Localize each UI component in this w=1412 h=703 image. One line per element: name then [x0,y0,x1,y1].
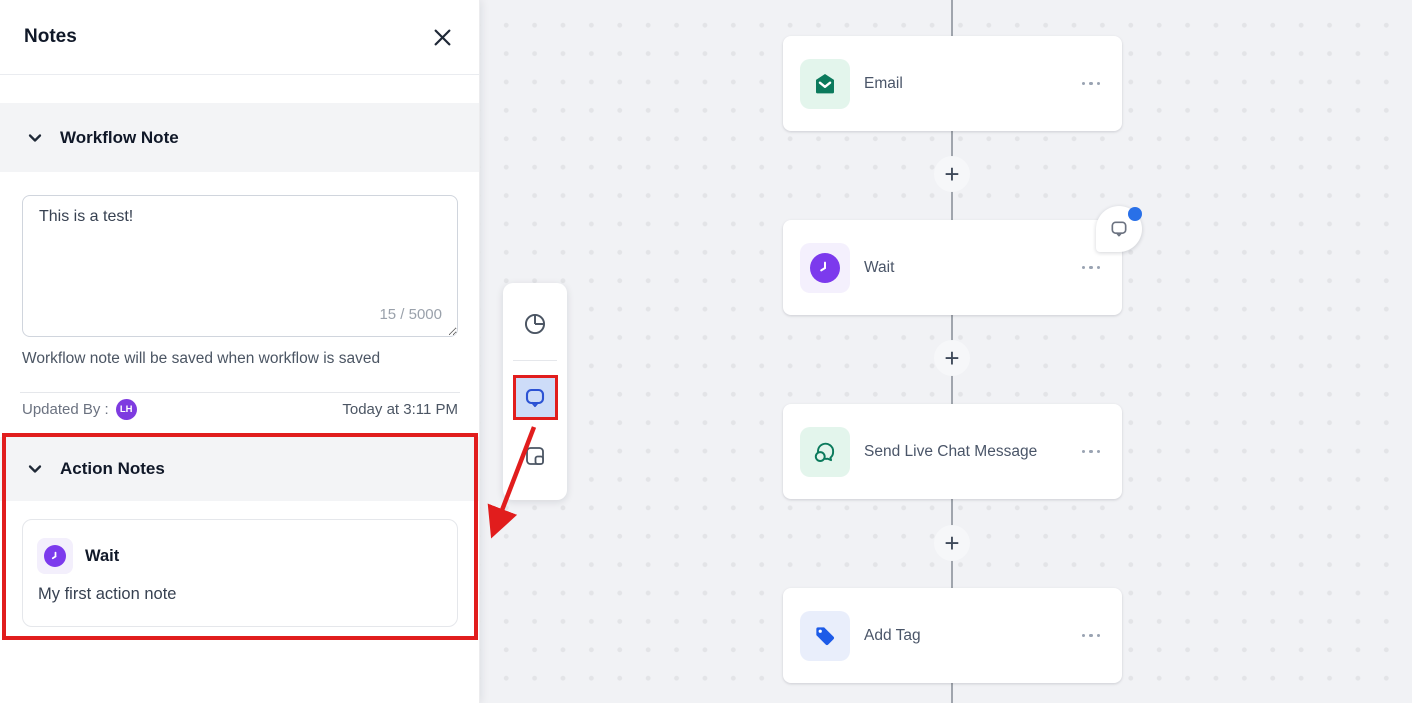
node-label: Wait [864,259,1080,277]
node-label: Send Live Chat Message [864,443,1080,461]
node-menu-button[interactable] [1080,76,1103,92]
chat-bubble-icon [523,386,547,410]
chevron-down-icon [26,460,44,478]
stats-tool-button[interactable] [513,302,557,346]
note-helper-text: Workflow note will be saved when workflo… [22,350,380,368]
section-label: Workflow Note [60,128,179,148]
toolbar-divider [513,360,557,361]
workflow-canvas[interactable]: Email + Wait + Send Live Chat Message + … [480,0,1412,703]
node-note-badge[interactable] [1096,206,1142,252]
wait-clock-icon [37,538,73,574]
add-action-button[interactable]: + [934,156,970,192]
notes-panel: Notes Workflow Note This is a test! 15 /… [0,0,480,703]
notes-tool-button-selected[interactable] [513,375,558,420]
node-label: Add Tag [864,627,1080,645]
updated-by-row: Updated By : LH Today at 3:11 PM [22,397,458,421]
panel-title: Notes [24,26,77,48]
updated-time: Today at 3:11 PM [342,401,458,418]
plus-icon: + [944,345,959,371]
divider [20,392,460,393]
node-menu-button[interactable] [1080,628,1103,644]
email-icon [800,59,850,109]
workflow-node-live-chat[interactable]: Send Live Chat Message [783,404,1122,499]
pie-chart-icon [523,312,547,336]
action-note-item[interactable]: Wait My first action note [22,519,458,627]
workflow-note-textarea[interactable]: This is a test! [22,195,458,337]
section-label: Action Notes [60,459,165,479]
live-chat-icon [800,427,850,477]
node-label: Email [864,75,1080,93]
notes-panel-header: Notes [0,0,479,75]
tag-icon [800,611,850,661]
action-note-title: Wait [85,547,119,566]
node-menu-button[interactable] [1080,444,1103,460]
close-icon [433,28,452,47]
workflow-node-add-tag[interactable]: Add Tag [783,588,1122,683]
clock-icon [800,243,850,293]
workflow-node-email[interactable]: Email [783,36,1122,131]
workflow-note-section-header[interactable]: Workflow Note [0,103,479,172]
node-menu-button[interactable] [1080,260,1103,276]
sticky-note-tool-button[interactable] [513,434,557,478]
add-action-button[interactable]: + [934,340,970,376]
action-note-text: My first action note [37,585,443,604]
action-notes-section-header[interactable]: Action Notes [0,437,479,501]
note-card-icon [523,444,547,468]
canvas-side-toolbar [503,283,567,500]
avatar: LH [116,399,137,420]
add-action-button[interactable]: + [934,525,970,561]
chat-bubble-icon [1109,219,1129,239]
plus-icon: + [944,530,959,556]
close-panel-button[interactable] [429,24,455,50]
chevron-down-icon [26,129,44,147]
plus-icon: + [944,161,959,187]
workflow-node-wait[interactable]: Wait [783,220,1122,315]
updated-by-label: Updated By : [22,401,109,418]
unread-note-dot [1128,207,1142,221]
